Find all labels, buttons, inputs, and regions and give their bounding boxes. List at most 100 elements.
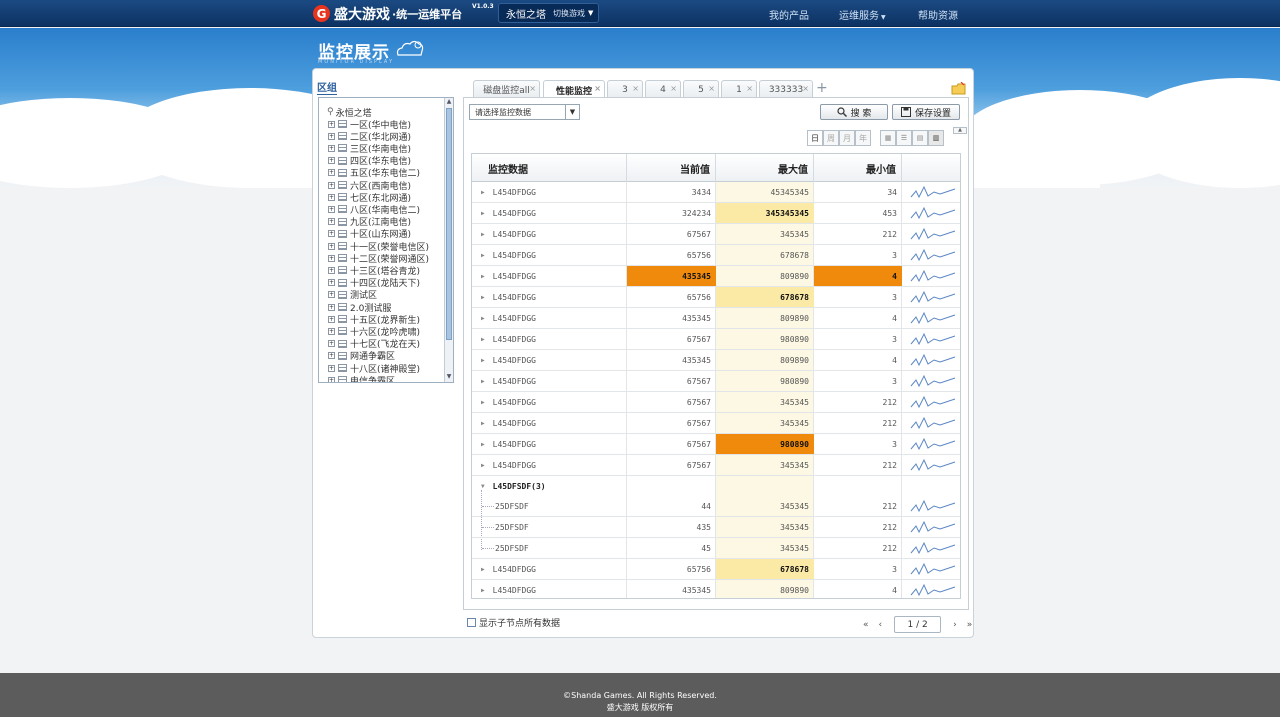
cell-trend[interactable] [902,287,960,307]
expand-arrow-icon[interactable]: ▶ [481,210,485,217]
expand-icon[interactable]: + [328,218,335,226]
expand-arrow-icon[interactable]: ▶ [481,441,485,448]
tree-item[interactable]: + 十区(山东网通) [319,228,411,240]
table-view-icon[interactable]: ▥ [928,130,944,146]
period-day-button[interactable]: 日 [807,130,823,146]
save-settings-button[interactable]: 保存设置 [892,104,960,120]
expand-icon[interactable]: + [328,376,335,382]
first-page-icon[interactable]: « [863,620,869,630]
tree-item[interactable]: + 一区(华中电信) [319,118,411,131]
tree-item[interactable]: + 网通争霸区 [319,350,395,362]
tree-item[interactable]: + 十六区(龙吟虎啸) [319,325,420,338]
tree-item[interactable]: + 十八区(诸神殿堂) [319,362,420,375]
table-child-row[interactable]: 25DFSDF 44 345345 212 [472,496,960,517]
show-children-checkbox[interactable]: 显示子节点所有数据 [467,616,560,629]
expand-icon[interactable]: + [328,193,335,201]
expand-arrow-icon[interactable]: ▶ [481,357,485,364]
header-current-value[interactable]: 当前值 [627,154,716,182]
grid-view-icon[interactable]: ▦ [880,130,896,146]
tree-item[interactable]: + 十三区(塔谷青龙) [319,264,420,277]
expand-icon[interactable]: + [328,279,335,287]
close-icon[interactable]: × [594,84,601,93]
expand-arrow-icon[interactable]: ▶ [481,189,485,196]
scroll-up-icon[interactable]: ▲ [445,98,453,107]
brand-logo[interactable]: G 盛大游戏 ·统一运维平台 [313,5,462,23]
close-icon[interactable]: × [746,84,753,93]
table-row[interactable]: ▶ L454DFDGG 435345 809890 4 [472,308,960,329]
prev-page-icon[interactable]: ‹ [879,620,883,630]
table-row[interactable]: ▶ L454DFDGG 435345 809890 4 [472,350,960,371]
scrollbar-thumb[interactable] [446,108,452,340]
folder-icon[interactable] [951,82,967,96]
cell-trend[interactable] [902,266,960,286]
table-child-row[interactable]: 25DFSDF 435 345345 212 [472,517,960,538]
header-min-value[interactable]: 最小值 [814,154,902,182]
expand-icon[interactable]: + [328,254,335,262]
expand-icon[interactable]: + [328,157,335,165]
scroll-down-icon[interactable]: ▼ [445,373,453,382]
tree-item[interactable]: + 九区(江南电信) [319,216,411,228]
cell-trend[interactable] [902,580,960,598]
tree-item[interactable]: + 十二区(荣誉网通区) [319,252,429,265]
expand-arrow-icon[interactable]: ▶ [481,273,485,280]
expand-arrow-icon[interactable]: ▶ [481,315,485,322]
cell-trend[interactable] [902,224,960,244]
tree-root[interactable]: ⚲ 永恒之塔 [327,106,372,119]
expand-icon[interactable]: + [328,205,335,213]
table-child-row[interactable]: 25DFSDF 45 345345 212 [472,538,960,559]
expand-arrow-icon[interactable]: ▶ [481,252,485,259]
nav-my-products[interactable]: 我的产品 [769,7,809,22]
tree-item[interactable]: + 五区(华东电信二) [319,167,420,179]
expand-arrow-icon[interactable]: ▶ [481,462,485,469]
table-row[interactable]: ▶ L454DFDGG 3434 45345345 34 [472,182,960,203]
expand-icon[interactable]: + [328,169,335,177]
expand-icon[interactable]: + [328,120,335,128]
expand-arrow-icon[interactable]: ▶ [481,566,485,573]
nav-ops-services[interactable]: 运维服务 ▼ [839,7,886,22]
nav-help-resources[interactable]: 帮助资源 [918,7,958,22]
tree-item[interactable]: + 六区(西南电信) [319,179,411,192]
collapse-arrow-icon[interactable]: ▼ [481,483,485,490]
close-icon[interactable]: × [529,84,536,93]
tree-item[interactable]: + 十五区(龙界新生) [319,313,420,326]
tree-item[interactable]: + 十一区(荣誉电信区) [319,240,429,253]
tree-item[interactable]: + 八区(华南电信二) [319,203,420,216]
expand-icon[interactable]: + [328,303,335,311]
tree-item[interactable]: + 四区(华东电信) [319,155,411,167]
table-row[interactable]: ▶ L454DFDGG 67567 980890 3 [472,371,960,392]
expand-arrow-icon[interactable]: ▶ [481,336,485,343]
search-button[interactable]: 搜 索 [820,104,888,120]
expand-arrow-icon[interactable]: ▶ [481,231,485,238]
expand-arrow-icon[interactable]: ▶ [481,420,485,427]
table-row[interactable]: ▶ L454DFDGG 67567 345345 212 [472,224,960,245]
tab-1[interactable]: 1 × [721,80,757,98]
expand-arrow-icon[interactable]: ▶ [481,294,485,301]
cell-trend[interactable] [902,413,960,433]
table-row[interactable]: ▶ L454DFDGG 435345 809890 4 [472,580,960,598]
period-week-button[interactable]: 周 [823,130,839,146]
expand-icon[interactable]: + [328,364,335,372]
cell-trend[interactable] [902,455,960,475]
cell-trend[interactable] [902,517,960,537]
compact-view-icon[interactable]: ▤ [912,130,928,146]
table-row[interactable]: ▶ L454DFDGG 67567 345345 212 [472,392,960,413]
header-monitor-data[interactable]: 监控数据 [472,154,627,182]
expand-icon[interactable]: + [328,181,335,189]
expand-icon[interactable]: + [328,266,335,274]
cell-trend[interactable] [902,203,960,223]
tree-item[interactable]: + 测试区 [319,289,377,301]
table-row[interactable]: ▶ L454DFDGG 65756 678678 3 [472,559,960,580]
list-view-icon[interactable]: ☰ [896,130,912,146]
cell-trend[interactable] [902,559,960,579]
cell-trend[interactable] [902,371,960,391]
expand-arrow-icon[interactable]: ▶ [481,587,485,594]
cell-trend[interactable] [902,182,960,202]
expand-arrow-icon[interactable]: ▶ [481,399,485,406]
table-row[interactable]: ▶ L454DFDGG 67567 980890 3 [472,329,960,350]
last-page-icon[interactable]: » [967,620,973,630]
tree-item[interactable]: +2.0测试服 [319,301,391,314]
table-row[interactable]: ▶ L454DFDGG 67567 345345 212 [472,413,960,434]
cell-trend[interactable] [902,350,960,370]
close-icon[interactable]: × [802,84,809,93]
expand-icon[interactable]: + [328,291,335,299]
